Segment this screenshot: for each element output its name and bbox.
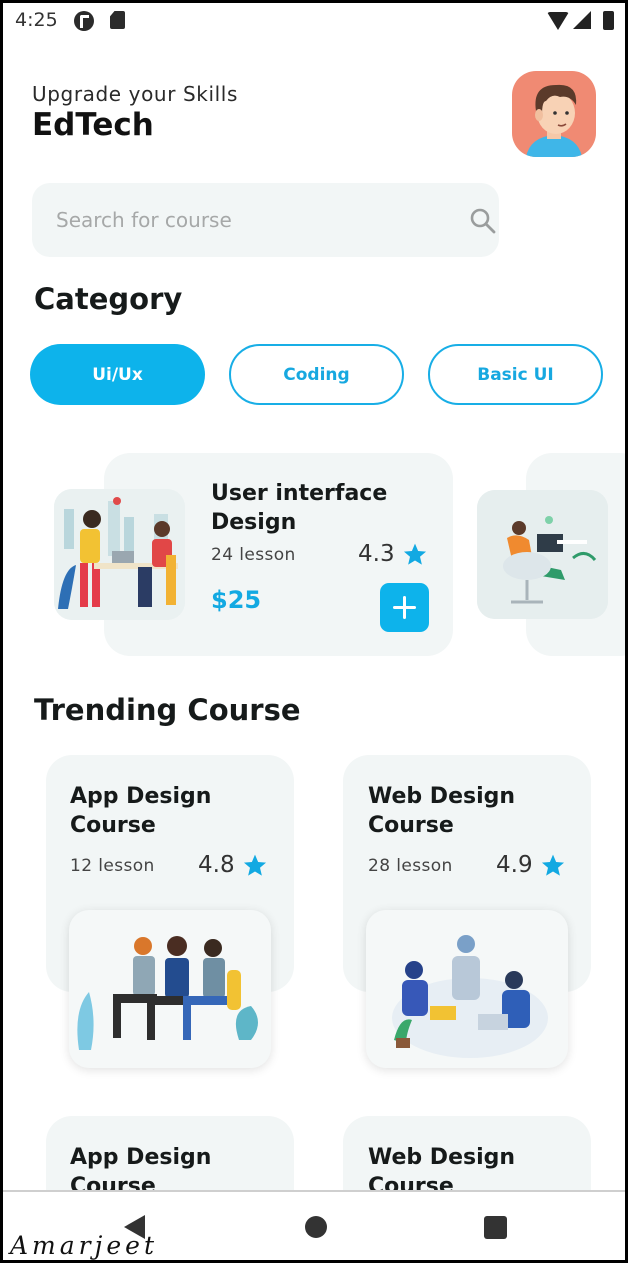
status-time: 4:25: [15, 9, 58, 31]
header-subtitle: Upgrade your Skills: [32, 82, 238, 106]
avatar-illustration-icon: [526, 84, 582, 157]
app-title: EdTech: [32, 107, 154, 143]
people-sitting-illustration-icon: [77, 936, 258, 1050]
trending-course-image-1: [69, 910, 271, 1068]
app-notification-icon: [74, 11, 94, 31]
trending-course-title-1: App Design Course: [70, 784, 212, 838]
category-chip-basic-ui[interactable]: Basic UI: [428, 344, 603, 405]
featured-course-lessons: 24 lesson: [211, 545, 296, 565]
trending-course-lessons-1: 12 lesson: [70, 856, 155, 876]
trending-course-rating-2: 4.9: [496, 852, 533, 878]
search-input[interactable]: [56, 205, 436, 235]
trending-course-image-2: [366, 910, 568, 1068]
trending-course-title-2: Web Design Course: [368, 784, 516, 838]
author-signature: Amarjeet: [10, 1231, 159, 1260]
recent-apps-icon[interactable]: [484, 1216, 507, 1239]
trending-course-lessons-2: 28 lesson: [368, 856, 453, 876]
category-title: Category: [34, 282, 183, 316]
star-icon: [243, 854, 267, 876]
course-illustration: [54, 489, 185, 620]
category-chip-coding[interactable]: Coding: [229, 344, 404, 405]
status-bar: 4:25: [3, 3, 625, 37]
featured-course-title: User interface Design: [211, 481, 388, 535]
battery-icon: [603, 11, 614, 30]
avatar[interactable]: [512, 71, 596, 157]
team-meeting-illustration-icon: [54, 489, 185, 620]
featured-course-price: $25: [211, 586, 262, 614]
star-icon: [541, 854, 565, 876]
trending-course-rating-1: 4.8: [198, 852, 235, 878]
sd-card-icon: [110, 11, 125, 29]
team-collaboration-illustration-icon: [392, 935, 548, 1058]
search-icon[interactable]: [469, 207, 497, 235]
category-chip-uiux[interactable]: Ui/Ux: [30, 344, 205, 405]
add-course-button[interactable]: [380, 583, 429, 632]
course-illustration-2: [477, 490, 608, 619]
app-screen: 4:25 Upgrade your Skills EdTech Category…: [0, 0, 628, 1263]
trending-title: Trending Course: [34, 693, 301, 727]
wifi-icon: [547, 12, 569, 30]
signal-icon: [573, 11, 591, 29]
remote-work-illustration-icon: [477, 490, 608, 619]
star-icon: [403, 543, 427, 565]
search-box[interactable]: [32, 183, 499, 257]
home-icon[interactable]: [305, 1216, 327, 1238]
featured-course-rating: 4.3: [358, 541, 395, 567]
